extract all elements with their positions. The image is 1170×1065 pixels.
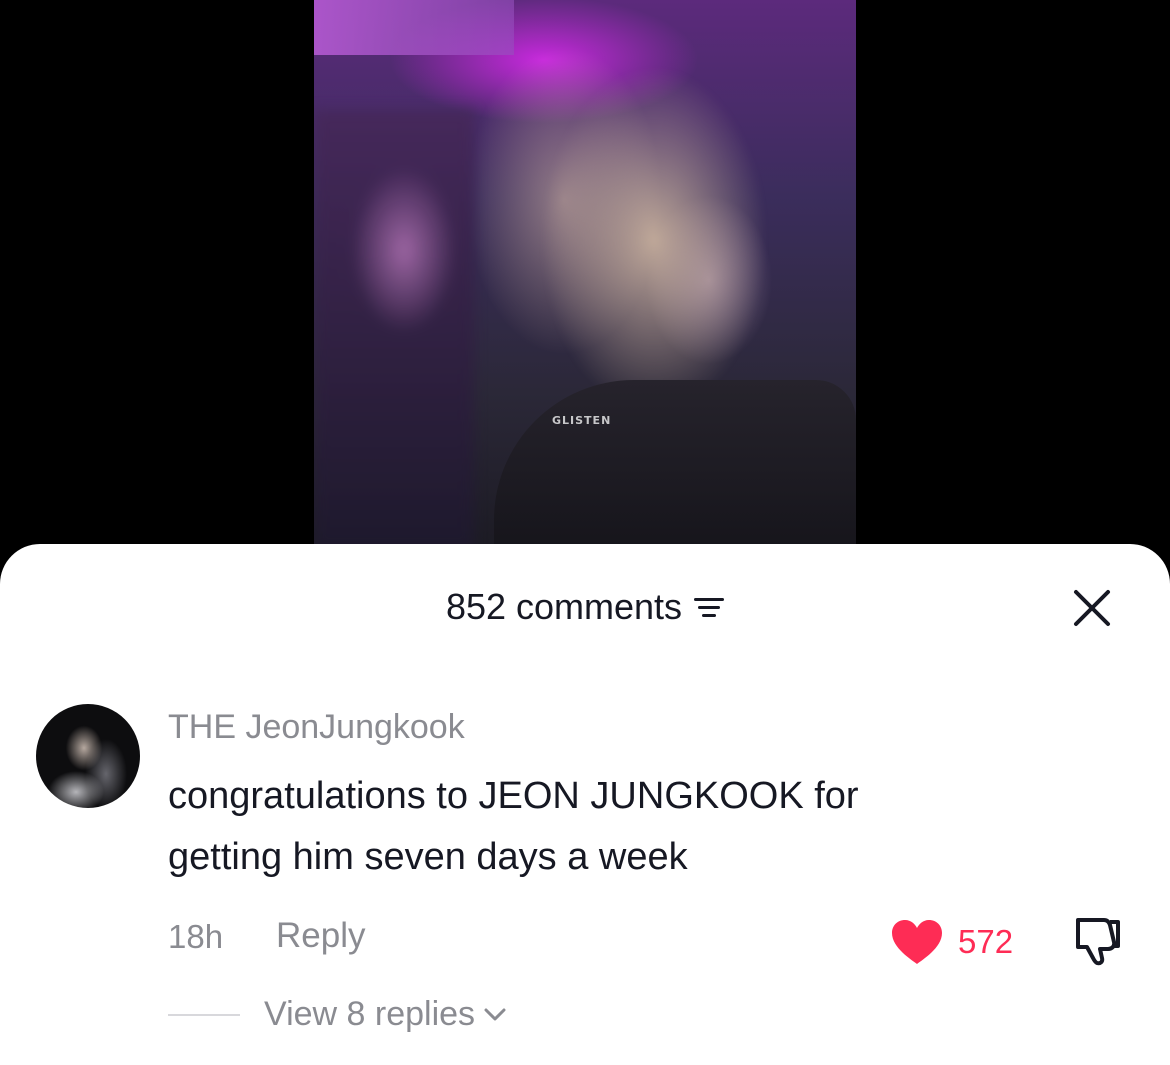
- comment-text: congratulations to JEON JUNGKOOK for get…: [168, 766, 1068, 888]
- thumbs-down-icon: [1076, 918, 1120, 966]
- close-icon: [1074, 590, 1110, 626]
- comment-text-line: congratulations to JEON JUNGKOOK for: [168, 775, 859, 817]
- reply-button[interactable]: Reply: [276, 916, 365, 956]
- comments-sheet: 852 comments THE JeonJungkook congratula…: [0, 544, 1170, 1065]
- video-watermark: GLISTEN: [552, 414, 612, 427]
- comment-text-line: getting him seven days a week: [168, 836, 688, 878]
- comment-username[interactable]: THE JeonJungkook: [168, 708, 465, 747]
- like-count: 572: [958, 923, 1014, 960]
- view-replies-label: View 8 replies: [264, 995, 476, 1033]
- sort-icon[interactable]: [694, 595, 725, 619]
- close-button[interactable]: [1070, 586, 1114, 630]
- replies-divider: [168, 1014, 240, 1016]
- comments-header: 852 comments: [0, 586, 1170, 628]
- stage-light: [314, 0, 514, 55]
- dislike-button[interactable]: [1070, 916, 1126, 966]
- comment-timestamp: 18h: [168, 918, 224, 955]
- like-button[interactable]: 572: [890, 918, 1013, 966]
- avatar[interactable]: [36, 704, 140, 808]
- background-person: [314, 110, 474, 550]
- comments-count-title: 852 comments: [445, 586, 683, 627]
- heart-icon: [892, 920, 942, 964]
- chevron-down-icon: [484, 1008, 506, 1020]
- view-replies-button[interactable]: View 8 replies: [264, 995, 507, 1034]
- video-player[interactable]: GLISTEN: [314, 0, 856, 560]
